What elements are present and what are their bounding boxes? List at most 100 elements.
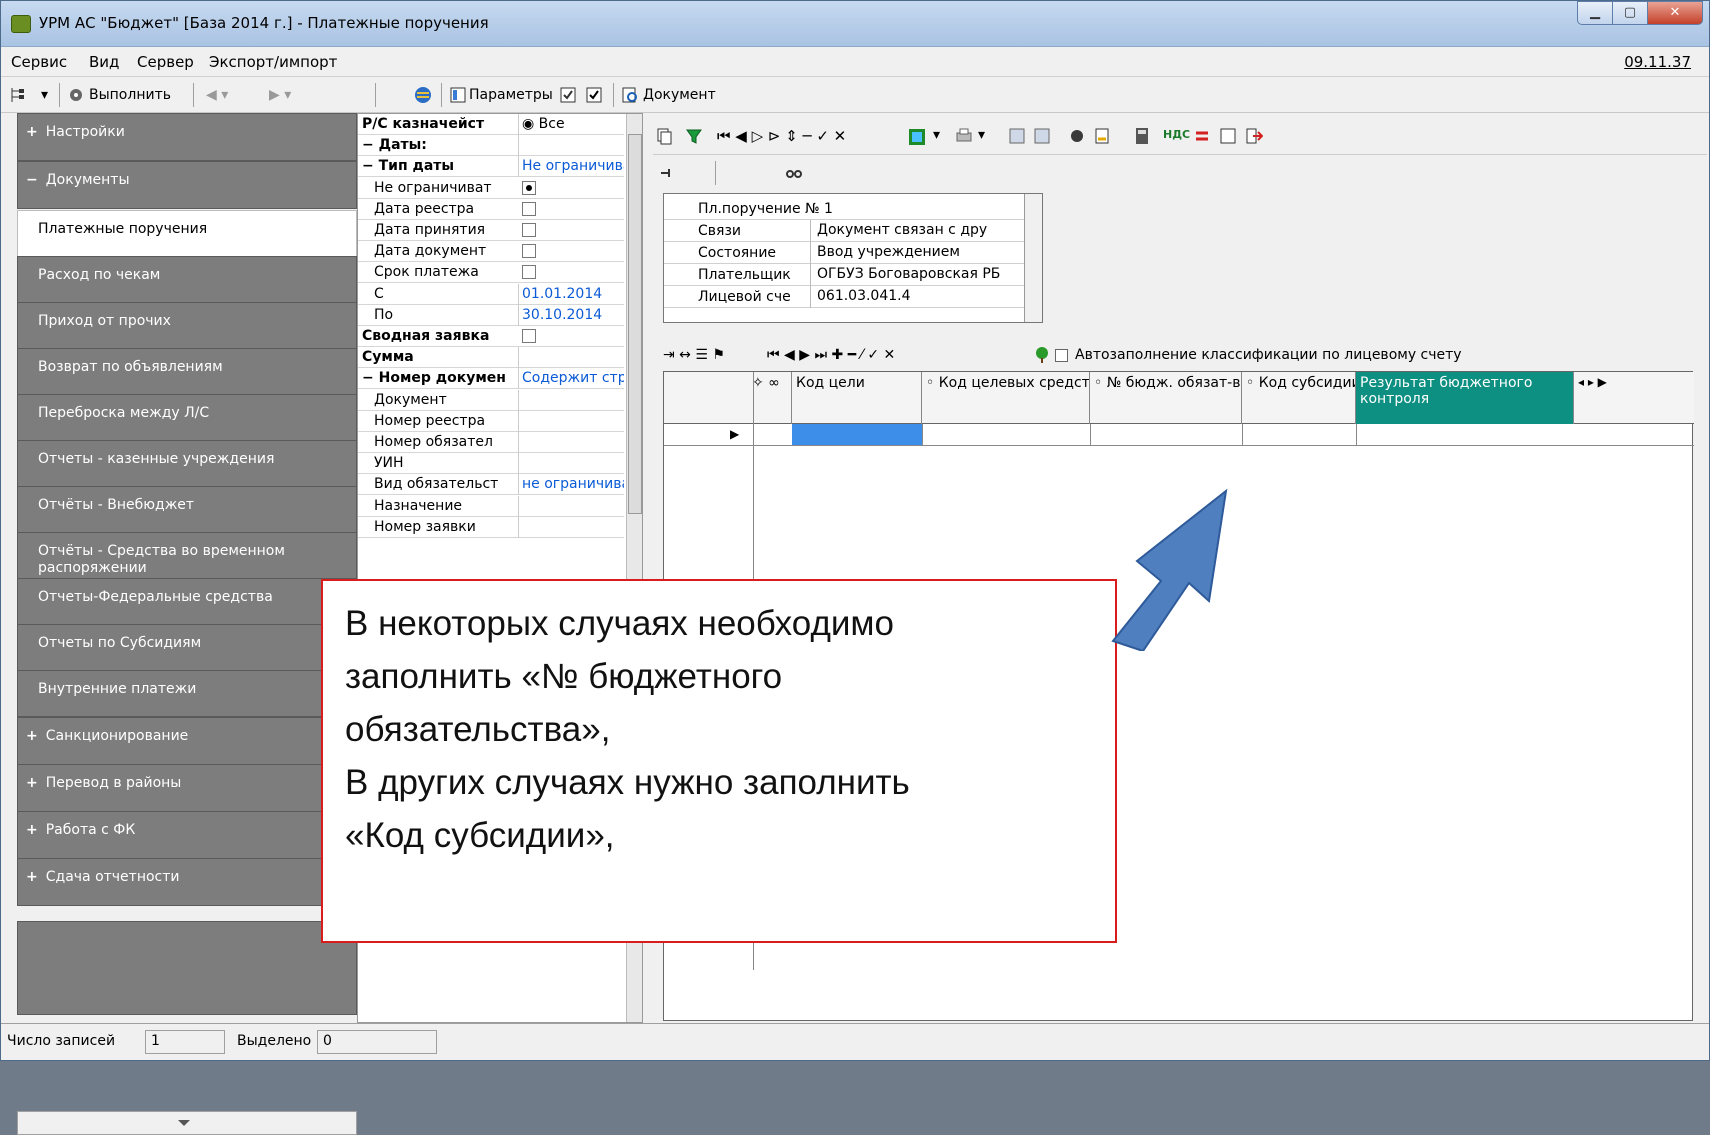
maximize-button[interactable]: ▢: [1612, 1, 1648, 25]
globe-icon[interactable]: [413, 85, 431, 103]
nav-item-reports-state[interactable]: Отчеты - казенные учреждения: [17, 440, 357, 487]
back-icon[interactable]: ◀ ▾: [206, 87, 228, 103]
param-row[interactable]: Документ: [358, 389, 624, 411]
nav-group-fk-work[interactable]: Работа с ФК: [17, 811, 357, 859]
param-row[interactable]: Не ограничиват: [358, 178, 624, 199]
param-row[interactable]: Номер реестра: [358, 410, 624, 432]
param-value[interactable]: Содержит стр: [518, 368, 624, 390]
param-value[interactable]: [518, 410, 624, 432]
database-icon[interactable]: [907, 127, 925, 145]
nav-item-payment-orders[interactable]: Платежные поручения: [17, 210, 357, 257]
param-value[interactable]: ◉ Все: [518, 114, 624, 135]
param-value[interactable]: [518, 347, 624, 369]
selected-cell[interactable]: [792, 424, 922, 445]
param-row[interactable]: Вид обязательст не ограничива: [358, 474, 624, 496]
import-icon[interactable]: [1008, 127, 1026, 145]
docgrid-scrollbar[interactable]: [1024, 194, 1042, 322]
nav-item-reports-federal[interactable]: Отчеты-Федеральные средства: [17, 578, 357, 625]
document-button[interactable]: Документ: [643, 87, 716, 103]
param-value[interactable]: 01.01.2014: [518, 283, 624, 305]
param-row[interactable]: Р/С казначейст ◉ Все: [358, 114, 624, 135]
doc-property-row[interactable]: Пл.поручение № 1: [664, 198, 1024, 220]
param-row[interactable]: − Тип даты Не ограничива: [358, 156, 624, 178]
menu-view[interactable]: Вид: [89, 53, 119, 71]
doc-property-row[interactable]: Связи Документ связан с дру: [664, 220, 1024, 242]
vat-icon[interactable]: НДС: [1163, 128, 1190, 141]
param-row[interactable]: − Номер докумен Содержит стр: [358, 368, 624, 390]
nav-item-transfer-ls[interactable]: Переброска между Л/С: [17, 394, 357, 441]
nav-item-reports-subsidies[interactable]: Отчеты по Субсидиям: [17, 624, 357, 671]
param-row[interactable]: Сводная заявка: [358, 326, 624, 347]
sidebar-scroll-down-button[interactable]: [17, 1111, 357, 1135]
calculator-icon[interactable]: [1133, 127, 1151, 145]
minimize-button[interactable]: ▁: [1577, 1, 1613, 25]
filter-icon[interactable]: [685, 127, 703, 145]
nav-group-settings[interactable]: Настройки: [17, 113, 357, 161]
check-doc-icon[interactable]: [559, 86, 577, 104]
column-target-funds-code[interactable]: ◦ Код целевых средств: [922, 372, 1090, 424]
print-icon[interactable]: [955, 127, 973, 145]
param-checkbox[interactable]: [522, 329, 536, 343]
column-scroll-arrows[interactable]: ◂ ▸ ▶: [1574, 372, 1692, 424]
database-dropdown-icon[interactable]: ▾: [933, 127, 940, 143]
doc-property-row[interactable]: Лицевой сче 061.03.041.4: [664, 286, 1024, 308]
param-row[interactable]: Сумма: [358, 347, 624, 369]
param-row[interactable]: Номер заявки: [358, 516, 624, 538]
param-value[interactable]: [518, 389, 624, 411]
doc-property-row[interactable]: Состояние Ввод учреждением: [664, 242, 1024, 264]
autofill-checkbox[interactable]: [1055, 349, 1068, 362]
checkbox-icon[interactable]: [585, 86, 603, 104]
column-budget-control-result[interactable]: Результат бюджетного контроля: [1356, 372, 1574, 424]
copy-icon[interactable]: [655, 127, 673, 145]
param-checkbox[interactable]: [522, 244, 536, 259]
param-row[interactable]: С 01.01.2014: [358, 283, 624, 305]
param-checkbox[interactable]: [522, 223, 536, 237]
param-row[interactable]: УИН: [358, 453, 624, 475]
edit-doc-icon[interactable]: [1093, 127, 1111, 145]
param-value[interactable]: [518, 432, 624, 453]
nav-item-reports-temporary[interactable]: Отчёты - Средства во временном распоряже…: [17, 532, 357, 579]
nav-item-reports-extrabudget[interactable]: Отчёты - Внебюджет: [17, 486, 357, 533]
param-row[interactable]: Дата документ: [358, 241, 624, 263]
menu-export-import[interactable]: Экспорт/импорт: [209, 53, 337, 71]
param-value[interactable]: [518, 495, 624, 517]
param-row[interactable]: − Даты:: [358, 135, 624, 157]
param-value[interactable]: не ограничива: [518, 474, 624, 496]
exit-icon[interactable]: [1245, 127, 1264, 145]
run-button[interactable]: Выполнить: [89, 87, 171, 103]
nav-group-reporting[interactable]: Сдача отчетности: [17, 858, 357, 906]
param-checkbox[interactable]: [522, 180, 536, 195]
params-button[interactable]: Параметры: [469, 87, 553, 103]
nav-item-other-income[interactable]: Приход от прочих: [17, 302, 357, 349]
column-subsidy-code[interactable]: ◦ Код субсидии: [1242, 372, 1356, 424]
param-value[interactable]: Не ограничива: [518, 156, 624, 178]
nav-group-transfer-districts[interactable]: Перевод в районы: [17, 764, 357, 812]
param-value[interactable]: [518, 516, 624, 538]
nav-group-documents[interactable]: Документы: [17, 161, 357, 209]
table-nav-icons[interactable]: ⏮ ◀ ▶ ⏭ ✚ ━ ⁄ ✓ ✕: [767, 347, 895, 363]
tree-search-icon[interactable]: [1068, 127, 1086, 145]
tree-dropdown-icon[interactable]: ▾: [41, 87, 48, 103]
param-value[interactable]: [518, 453, 624, 475]
param-value[interactable]: 30.10.2014: [518, 304, 624, 326]
export-icon[interactable]: [1033, 127, 1051, 145]
link-tree-icon[interactable]: [659, 164, 677, 182]
print-dropdown-icon[interactable]: ▾: [978, 127, 985, 143]
close-button[interactable]: ✕: [1647, 1, 1703, 25]
param-row[interactable]: Дата реестра: [358, 199, 624, 220]
table-tools-icons[interactable]: ⇥ ↔ ☰ ⚑: [663, 347, 725, 363]
param-row[interactable]: Срок платежа: [358, 262, 624, 284]
tree-green-icon[interactable]: [1033, 346, 1051, 364]
param-row[interactable]: По 30.10.2014: [358, 304, 624, 326]
param-row[interactable]: Дата принятия: [358, 220, 624, 241]
column-budget-obligation[interactable]: ◦ № бюдж. обязат-ва: [1090, 372, 1242, 424]
link-column-header[interactable]: ✧ ∞: [748, 372, 792, 424]
forward-icon[interactable]: ▶ ▾: [269, 87, 291, 103]
nav-item-internal-payments[interactable]: Внутренние платежи: [17, 670, 357, 717]
param-row[interactable]: Номер обязател: [358, 432, 624, 453]
scrollbar-thumb[interactable]: [628, 134, 642, 514]
menu-service[interactable]: Сервис: [11, 53, 67, 71]
calendar-icon[interactable]: [1219, 127, 1237, 145]
param-value[interactable]: [518, 135, 624, 157]
param-checkbox[interactable]: [522, 265, 536, 280]
